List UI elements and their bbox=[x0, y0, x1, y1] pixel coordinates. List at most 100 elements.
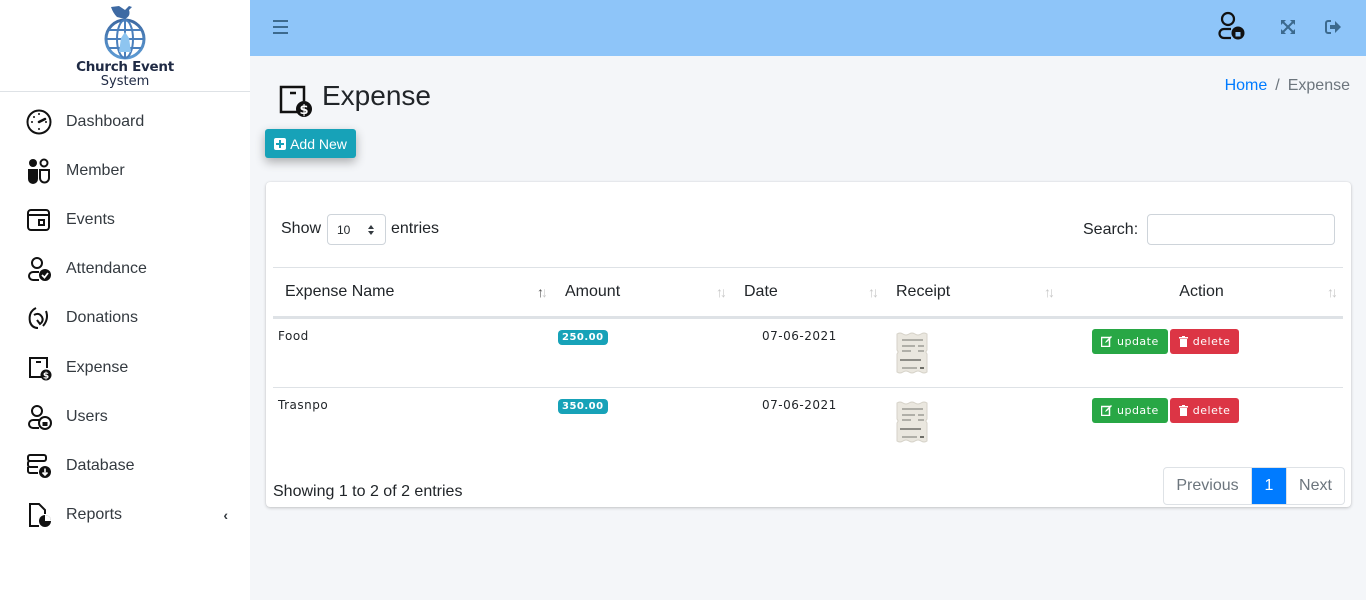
column-header-expense-name[interactable]: Expense Name ↑↓ bbox=[273, 267, 553, 319]
report-icon bbox=[25, 501, 53, 529]
breadcrumb-separator: / bbox=[1275, 77, 1280, 94]
date-cell: 07-06-2021 bbox=[732, 317, 884, 388]
delete-button[interactable]: delete bbox=[1169, 329, 1240, 354]
expense-table: Expense Name ↑↓ Amount ↑↓ Date ↑↓ Receipt ↑↓… bbox=[273, 267, 1343, 458]
sidebar-item-label: Reports bbox=[66, 506, 123, 524]
sidebar-item-events[interactable]: Events bbox=[0, 195, 250, 244]
delete-button[interactable]: delete bbox=[1169, 398, 1240, 423]
calendar-icon bbox=[25, 206, 53, 234]
entries-label: entries bbox=[391, 220, 440, 237]
receipt-cell bbox=[884, 388, 1060, 458]
receipt-image[interactable] bbox=[893, 331, 933, 377]
sidebar-item-users[interactable]: Users bbox=[0, 392, 250, 441]
speedometer-icon bbox=[25, 108, 53, 136]
table-row: Food 250.00 07-06-2021 update delete bbox=[273, 317, 1343, 388]
church-logo-icon bbox=[104, 6, 146, 60]
sidebar: Church Event System Dashboard Member Eve… bbox=[0, 0, 250, 600]
edit-icon bbox=[1101, 336, 1112, 347]
sidebar-item-label: Donations bbox=[66, 309, 139, 327]
column-header-date[interactable]: Date ↑↓ bbox=[732, 267, 884, 319]
sidebar-item-label: Dashboard bbox=[66, 112, 145, 130]
logout-icon[interactable] bbox=[1325, 19, 1342, 35]
page-length-select[interactable]: 10 bbox=[327, 214, 386, 245]
column-label: Expense Name bbox=[285, 283, 395, 300]
column-header-receipt[interactable]: Receipt ↑↓ bbox=[884, 267, 1060, 319]
sort-icon: ↑↓ bbox=[716, 284, 727, 300]
column-label: Action bbox=[1179, 283, 1224, 300]
column-header-action[interactable]: Action ↑↓ bbox=[1060, 267, 1343, 319]
pagination-previous[interactable]: Previous bbox=[1164, 468, 1252, 504]
table-info: Showing 1 to 2 of 2 entries bbox=[273, 483, 463, 500]
sidebar-item-label: Expense bbox=[66, 358, 129, 376]
column-label: Receipt bbox=[896, 283, 951, 300]
receipt-image[interactable] bbox=[893, 400, 933, 446]
topbar bbox=[250, 0, 1366, 56]
page-title: Expense bbox=[322, 80, 431, 111]
sidebar-nav: Dashboard Member Events Attendance Donat… bbox=[0, 92, 250, 540]
add-new-button[interactable]: Add New bbox=[265, 129, 356, 158]
amount-cell: 250.00 bbox=[553, 317, 732, 388]
svg-text:$: $ bbox=[299, 103, 308, 118]
expense-name-cell: Trasnpo bbox=[278, 398, 329, 412]
plus-square-icon bbox=[274, 137, 287, 150]
breadcrumb: Home / Expense bbox=[1225, 77, 1350, 95]
add-new-label: Add New bbox=[290, 135, 347, 152]
person-check-icon bbox=[25, 255, 53, 283]
expense-icon: $ bbox=[25, 354, 53, 382]
person-lock-icon bbox=[25, 403, 53, 431]
date-cell: 07-06-2021 bbox=[762, 398, 837, 412]
receipt-cell bbox=[884, 317, 1060, 388]
sidebar-item-donations[interactable]: Donations bbox=[0, 294, 250, 343]
brand[interactable]: Church Event System bbox=[0, 0, 250, 92]
sort-icon: ↑↓ bbox=[537, 284, 548, 300]
table-row: Trasnpo 350.00 07-06-2021 update delete bbox=[273, 388, 1343, 458]
sidebar-item-database[interactable]: Database bbox=[0, 441, 250, 490]
amount-badge: 250.00 bbox=[558, 330, 608, 345]
database-download-icon bbox=[25, 452, 53, 480]
sidebar-item-member[interactable]: Member bbox=[0, 146, 250, 195]
sort-icon: ↑↓ bbox=[1044, 284, 1055, 300]
sort-icon: ↑↓ bbox=[868, 284, 879, 300]
delete-label: delete bbox=[1192, 335, 1231, 348]
search-input[interactable] bbox=[1147, 214, 1335, 245]
pagination-page-1[interactable]: 1 bbox=[1252, 468, 1286, 504]
pagination-next[interactable]: Next bbox=[1286, 468, 1344, 504]
chevron-left-icon[interactable]: ‹ bbox=[223, 507, 228, 523]
sort-icon: ↑↓ bbox=[1327, 284, 1338, 300]
sidebar-item-label: Attendance bbox=[66, 260, 147, 278]
expand-icon[interactable] bbox=[1280, 19, 1296, 35]
people-icon bbox=[25, 157, 53, 185]
sidebar-item-dashboard[interactable]: Dashboard bbox=[0, 97, 250, 146]
sidebar-item-label: Users bbox=[66, 407, 108, 425]
expense-name-cell: Food bbox=[273, 317, 553, 388]
delete-label: delete bbox=[1192, 404, 1231, 417]
update-button[interactable]: update bbox=[1092, 398, 1168, 423]
amount-badge: 350.00 bbox=[558, 399, 608, 414]
brand-subtitle: System bbox=[100, 74, 150, 89]
hamburger-icon[interactable] bbox=[273, 20, 288, 34]
sidebar-item-reports[interactable]: Reports ‹ bbox=[0, 491, 250, 540]
breadcrumb-home-link[interactable]: Home bbox=[1225, 77, 1268, 94]
table-header-row: Expense Name ↑↓ Amount ↑↓ Date ↑↓ Receipt ↑↓… bbox=[273, 267, 1343, 319]
column-label: Date bbox=[744, 283, 778, 300]
expense-table-card: Show 10 entries Search: Expense Name ↑↓ A… bbox=[266, 182, 1351, 507]
column-label: Amount bbox=[565, 283, 621, 300]
sidebar-item-attendance[interactable]: Attendance bbox=[0, 245, 250, 294]
sidebar-item-label: Member bbox=[66, 161, 125, 179]
amount-cell: 350.00 bbox=[553, 388, 732, 458]
update-label: update bbox=[1117, 404, 1159, 417]
sidebar-item-expense[interactable]: $ Expense bbox=[0, 343, 250, 392]
brand-title: Church Event bbox=[76, 59, 174, 75]
sidebar-item-label: Database bbox=[66, 456, 135, 474]
sidebar-item-label: Events bbox=[66, 210, 115, 228]
show-label: Show bbox=[281, 220, 322, 237]
action-cell: update delete bbox=[1060, 388, 1343, 458]
update-label: update bbox=[1117, 335, 1159, 348]
edit-icon bbox=[1101, 405, 1112, 416]
column-header-amount[interactable]: Amount ↑↓ bbox=[553, 267, 732, 319]
action-cell: update delete bbox=[1060, 317, 1343, 388]
trash-icon bbox=[1178, 405, 1188, 416]
update-button[interactable]: update bbox=[1092, 329, 1168, 354]
user-lock-icon[interactable] bbox=[1216, 11, 1246, 41]
search-label: Search: bbox=[1083, 221, 1139, 238]
